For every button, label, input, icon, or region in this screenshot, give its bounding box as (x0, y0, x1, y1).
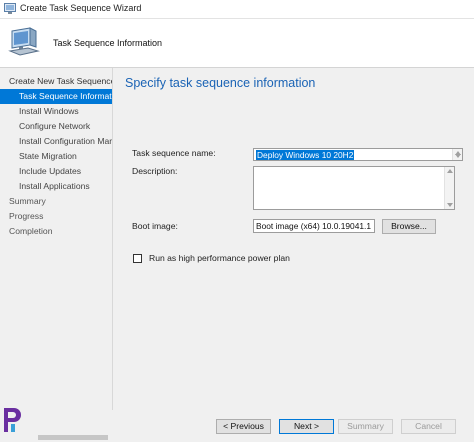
scroll-down-icon[interactable] (447, 203, 453, 207)
scrollbar-thumb[interactable] (38, 435, 108, 440)
high-performance-checkbox[interactable] (133, 254, 142, 263)
summary-button[interactable]: Summary (338, 419, 393, 434)
high-performance-checkbox-label[interactable]: Run as high performance power plan (149, 253, 290, 263)
task-sequence-name-label: Task sequence name: (132, 148, 216, 158)
main-panel: Specify task sequence information Task s… (112, 68, 474, 410)
window-title: Create Task Sequence Wizard (20, 3, 142, 13)
boot-image-label: Boot image: (132, 221, 178, 231)
step-progress: Progress (9, 211, 44, 221)
header-title: Task Sequence Information (53, 38, 163, 48)
wizard-app-icon (4, 3, 16, 14)
previous-button[interactable]: < Previous (216, 419, 271, 434)
step-install-configuration-manager: Install Configuration Mar (19, 136, 112, 146)
browse-button[interactable]: Browse... (382, 219, 436, 234)
task-sequence-name-value: Deploy Windows 10 20H2 (256, 150, 355, 160)
step-completion: Completion (9, 226, 53, 236)
description-input[interactable] (253, 166, 455, 210)
step-summary: Summary (9, 196, 46, 206)
title-bar: Create Task Sequence Wizard (0, 0, 474, 19)
next-button[interactable]: Next > (279, 419, 334, 434)
wizard-footer: < Previous Next > Summary Cancel (112, 410, 474, 442)
step-include-updates: Include Updates (19, 166, 82, 176)
wizard-steps-sidebar: Create New Task Sequence Task Sequence I… (0, 68, 112, 442)
boot-image-field: Boot image (x64) 10.0.19041.1 (253, 219, 375, 233)
scroll-up-icon[interactable] (447, 169, 453, 173)
computer-icon (8, 27, 40, 56)
step-install-windows: Install Windows (19, 106, 79, 116)
page-heading: Specify task sequence information (125, 76, 316, 90)
name-input-scrollbar[interactable] (452, 149, 462, 160)
brand-logo (4, 408, 21, 432)
boot-image-value: Boot image (x64) 10.0.19041.1 (256, 221, 372, 231)
step-state-migration: State Migration (19, 151, 77, 161)
description-scrollbar[interactable] (444, 167, 454, 209)
step-configure-network: Configure Network (19, 121, 91, 131)
step-create-new-task-sequence: Create New Task Sequence (9, 76, 112, 86)
step-install-applications: Install Applications (19, 181, 90, 191)
task-sequence-name-input[interactable]: Deploy Windows 10 20H2 (253, 148, 463, 161)
scroll-down-icon[interactable] (455, 154, 461, 158)
step-task-sequence-information: Task Sequence Informatio (0, 89, 112, 104)
sidebar-horizontal-scrollbar[interactable] (0, 433, 112, 442)
description-label: Description: (132, 166, 178, 176)
wizard-steps-list: Create New Task Sequence Task Sequence I… (0, 74, 112, 239)
wizard-header: Task Sequence Information (0, 19, 474, 68)
cancel-button[interactable]: Cancel (401, 419, 456, 434)
